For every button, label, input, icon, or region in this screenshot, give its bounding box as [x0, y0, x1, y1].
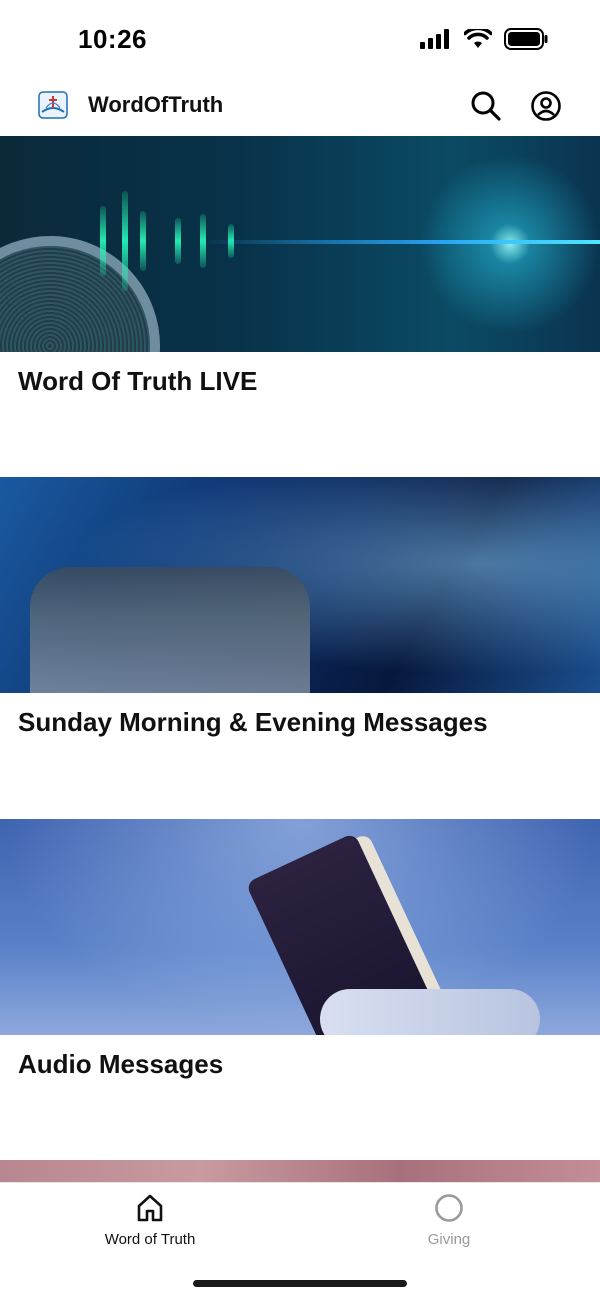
profile-button[interactable]: [528, 88, 564, 124]
wifi-icon: [464, 29, 492, 48]
status-icons: [420, 28, 548, 50]
partial-next-card-image: [0, 1160, 600, 1182]
circle-icon: [435, 1194, 463, 1222]
wave-bar: [122, 191, 128, 291]
wave-bar: [175, 218, 181, 264]
status-time: 10:26: [78, 24, 147, 54]
card-partial[interactable]: [0, 1160, 600, 1182]
app-header: WordOfTruth: [0, 80, 600, 136]
wave-bar: [140, 211, 146, 271]
card-title: Word Of Truth LIVE: [18, 366, 258, 396]
tab-word-of-truth[interactable]: Word of Truth: [50, 1193, 250, 1263]
congregation-worship-image: [0, 477, 600, 693]
home-icon: [137, 1194, 163, 1222]
search-button[interactable]: [468, 88, 504, 124]
status-bar: 10:26: [0, 0, 600, 80]
card-audio-messages[interactable]: Audio Messages: [0, 819, 600, 1079]
light-beam: [200, 240, 600, 244]
content-feed[interactable]: Word Of Truth LIVE Sunday Morning & Even…: [0, 136, 600, 1182]
user-circle-icon: [531, 91, 561, 121]
cellular-signal-icon: [420, 29, 449, 49]
app-screen: 10:26 WordOfTruth Word Of Truth LIVE Sun…: [0, 0, 600, 1300]
tab-label: Giving: [427, 1231, 471, 1248]
battery-icon: [504, 28, 548, 50]
congregation-graphic: [30, 567, 310, 693]
tab-label: Word of Truth: [104, 1231, 196, 1248]
microphone-graphic: [0, 205, 191, 352]
wave-bar: [100, 206, 106, 276]
card-title: Audio Messages: [18, 1049, 224, 1079]
card-word-of-truth-live[interactable]: Word Of Truth LIVE: [0, 136, 600, 396]
holy-bible-image: [0, 819, 600, 1035]
tab-giving[interactable]: Giving: [349, 1193, 549, 1263]
app-title: WordOfTruth: [88, 92, 224, 117]
hand-graphic: [320, 989, 540, 1035]
church-logo-icon: [38, 90, 68, 120]
search-icon: [471, 91, 501, 121]
live-stream-waveform-image: [0, 136, 600, 352]
card-title: Sunday Morning & Evening Messages: [18, 707, 488, 737]
card-sunday-messages[interactable]: Sunday Morning & Evening Messages: [0, 477, 600, 737]
home-indicator[interactable]: [193, 1280, 407, 1287]
